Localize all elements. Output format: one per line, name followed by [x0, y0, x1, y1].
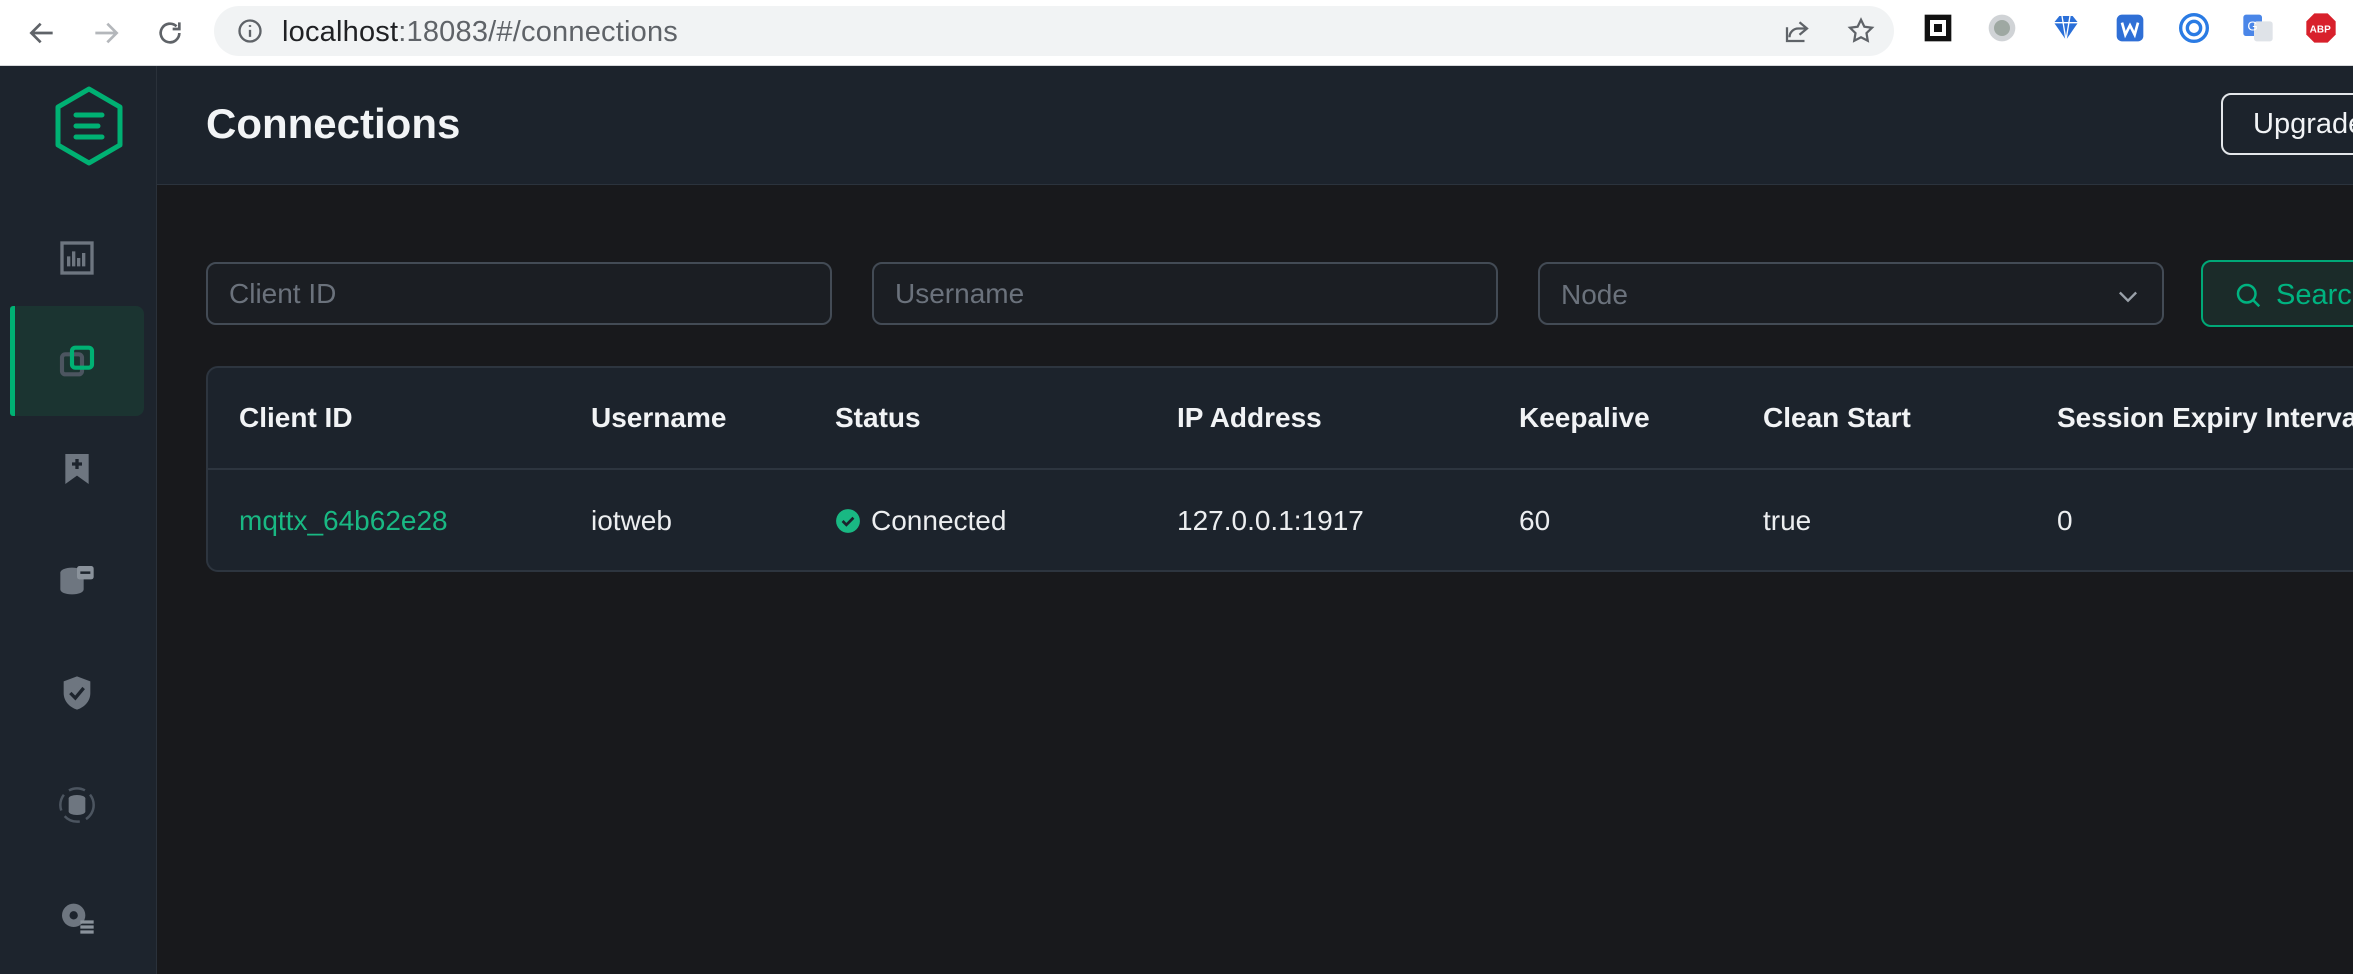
extension-w-icon[interactable] — [2114, 12, 2146, 44]
chevron-down-icon — [2119, 291, 2137, 303]
username-filter[interactable] — [872, 262, 1498, 325]
sidebar-item-management[interactable] — [10, 862, 144, 972]
client-id-filter[interactable] — [206, 262, 832, 325]
upgrade-button[interactable]: Upgrade — [2221, 93, 2353, 155]
sidebar-item-subscriptions[interactable] — [10, 414, 144, 524]
connections-icon — [59, 345, 95, 377]
back-arrow-icon — [29, 22, 53, 44]
dashboard-icon — [60, 241, 94, 275]
connected-check-icon — [836, 509, 860, 533]
back-button[interactable] — [18, 9, 66, 57]
column-header-session-expiry[interactable]: Session Expiry Interval — [2057, 402, 2353, 434]
retained-messages-icon — [60, 566, 94, 595]
client-id-link[interactable]: mqttx_64b62e28 — [239, 505, 448, 537]
url-text: localhost:18083/#/connections — [282, 16, 678, 49]
reload-icon — [159, 22, 181, 44]
status-cell: Connected — [835, 505, 1006, 537]
status-text: Connected — [871, 505, 1007, 536]
address-bar[interactable]: localhost:18083/#/connections — [214, 6, 1894, 56]
forward-button[interactable] — [82, 9, 130, 57]
column-header-clean-start[interactable]: Clean Start — [1763, 402, 1911, 434]
keepalive-cell: 60 — [1519, 505, 1551, 536]
svg-text:G: G — [2247, 19, 2257, 34]
extension-target-icon[interactable] — [2178, 12, 2210, 44]
clean-start-cell: true — [1763, 505, 1812, 536]
table-header: Client ID Username Status IP Address Kee… — [208, 368, 2353, 470]
share-icon[interactable] — [1782, 16, 1812, 46]
extension-abp-icon[interactable]: ABP — [2305, 12, 2337, 44]
node-select[interactable]: Node — [1538, 262, 2164, 325]
sidebar-item-access-control[interactable] — [10, 638, 144, 748]
column-header-ip-address[interactable]: IP Address — [1177, 402, 1322, 434]
management-icon — [62, 903, 94, 934]
extension-grey-dot-icon[interactable] — [1986, 12, 2018, 44]
username-input[interactable] — [874, 264, 1496, 323]
column-header-keepalive[interactable]: Keepalive — [1519, 402, 1650, 434]
url-path: :18083/#/connections — [398, 16, 678, 48]
integration-icon — [59, 787, 95, 823]
extension-qr-icon[interactable] — [1922, 12, 1954, 44]
extension-diamond-icon[interactable] — [2050, 12, 2082, 44]
username-cell: iotweb — [591, 505, 672, 536]
search-icon — [2236, 283, 2261, 308]
emqx-logo-icon[interactable] — [52, 85, 126, 167]
sidebar-item-integration[interactable] — [10, 750, 144, 860]
ip-address-cell: 127.0.0.1:1917 — [1177, 505, 1364, 536]
search-button-label: Search — [2276, 279, 2353, 311]
svg-text:ABP: ABP — [2310, 25, 2331, 36]
column-header-status[interactable]: Status — [835, 402, 921, 434]
forward-arrow-icon — [95, 22, 119, 44]
bookmark-star-icon[interactable] — [1846, 16, 1876, 46]
session-expiry-cell: 0 — [2057, 505, 2073, 536]
sidebar-item-dashboard[interactable] — [10, 203, 144, 313]
search-button[interactable]: Search — [2201, 260, 2353, 327]
access-control-icon — [63, 676, 91, 710]
node-select-placeholder: Node — [1561, 279, 1628, 310]
page-header: Connections Upgrade — [157, 66, 2353, 185]
subscriptions-icon — [65, 454, 89, 484]
sidebar-item-retained[interactable] — [10, 526, 144, 636]
extension-translate-icon[interactable]: G — [2242, 12, 2274, 44]
connections-table: Client ID Username Status IP Address Kee… — [206, 366, 2353, 572]
reload-button[interactable] — [146, 9, 194, 57]
column-header-username[interactable]: Username — [591, 402, 726, 434]
client-id-input[interactable] — [208, 264, 830, 323]
url-host: localhost — [282, 16, 399, 48]
sidebar-item-connections[interactable] — [10, 306, 144, 416]
sidebar — [0, 66, 157, 974]
column-header-client-id[interactable]: Client ID — [239, 402, 353, 434]
browser-toolbar: localhost:18083/#/connections G ABP — [0, 0, 2353, 66]
site-info-icon[interactable] — [236, 17, 264, 45]
page-title: Connections — [206, 100, 461, 147]
